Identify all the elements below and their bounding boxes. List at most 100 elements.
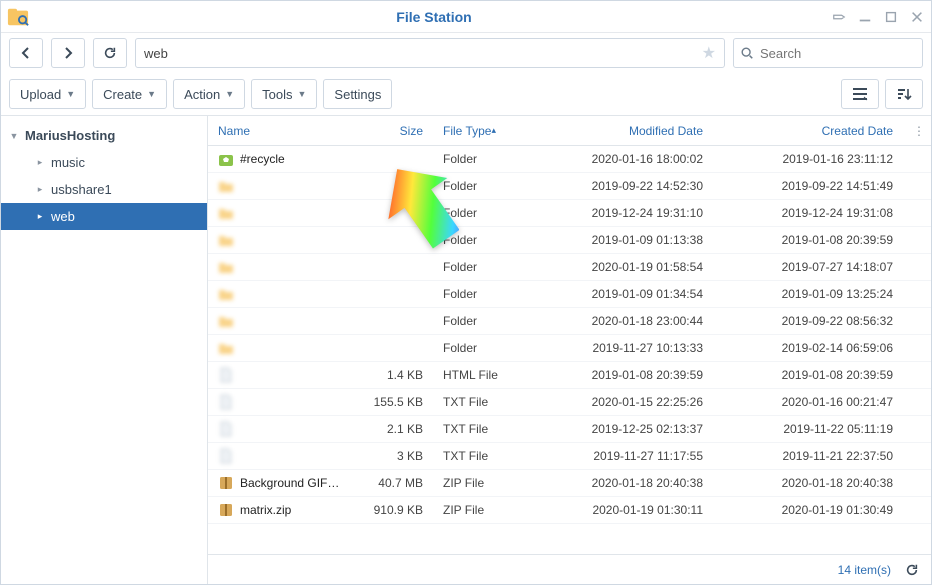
- table-row[interactable]: matrix.zip910.9 KBZIP File2020-01-19 01:…: [208, 497, 931, 524]
- tools-button[interactable]: Tools▼: [251, 79, 317, 109]
- cell-size: 3 KB: [363, 443, 433, 469]
- chevron-right-icon: ▸: [35, 211, 45, 222]
- sidebar-item-label: usbshare1: [51, 182, 112, 197]
- table-row[interactable]: Folder2019-12-24 19:31:102019-12-24 19:3…: [208, 200, 931, 227]
- table-rows[interactable]: #recycleFolder2020-01-16 18:00:022019-01…: [208, 146, 931, 554]
- cell-modified: 2019-12-25 02:13:37: [523, 416, 713, 442]
- cell-name: [208, 416, 363, 442]
- search-input[interactable]: [760, 46, 932, 61]
- sidebar-item-usbshare1[interactable]: ▸ usbshare1: [1, 176, 207, 203]
- cell-name: [208, 335, 363, 361]
- upload-button[interactable]: Upload▼: [9, 79, 86, 109]
- cell-created: 2019-11-21 22:37:50: [713, 443, 903, 469]
- cell-size: 155.5 KB: [363, 389, 433, 415]
- minimize-icon[interactable]: [857, 9, 873, 25]
- zip-icon: [218, 502, 234, 518]
- cell-modified: 2019-12-24 19:31:10: [523, 200, 713, 226]
- table-row[interactable]: 155.5 KBTXT File2020-01-15 22:25:262020-…: [208, 389, 931, 416]
- column-size[interactable]: Size: [363, 116, 433, 145]
- cell-size: [363, 146, 433, 172]
- forward-button[interactable]: [51, 38, 85, 68]
- settings-button[interactable]: Settings: [323, 79, 392, 109]
- statusbar: 14 item(s): [208, 554, 931, 584]
- cell-size: 910.9 KB: [363, 497, 433, 523]
- table-row[interactable]: Folder2020-01-19 01:58:542019-07-27 14:1…: [208, 254, 931, 281]
- status-refresh-icon[interactable]: [903, 561, 921, 579]
- cell-name: [208, 308, 363, 334]
- close-icon[interactable]: [909, 9, 925, 25]
- create-button[interactable]: Create▼: [92, 79, 167, 109]
- column-created[interactable]: Created Date: [713, 116, 903, 145]
- table-row[interactable]: Folder2020-01-18 23:00:442019-09-22 08:5…: [208, 308, 931, 335]
- cell-modified: 2020-01-18 20:40:38: [523, 470, 713, 496]
- app-icon: [7, 6, 29, 28]
- cell-type: TXT File: [433, 443, 523, 469]
- table-row[interactable]: Folder2019-01-09 01:34:542019-01-09 13:2…: [208, 281, 931, 308]
- table-row[interactable]: #recycleFolder2020-01-16 18:00:022019-01…: [208, 146, 931, 173]
- cell-modified: 2019-09-22 14:52:30: [523, 173, 713, 199]
- cell-size: [363, 308, 433, 334]
- column-name[interactable]: Name: [208, 116, 363, 145]
- sidebar-item-music[interactable]: ▸ music: [1, 149, 207, 176]
- sort-button[interactable]: [885, 79, 923, 109]
- cell-type: TXT File: [433, 416, 523, 442]
- cell-created: 2019-01-09 13:25:24: [713, 281, 903, 307]
- table-row[interactable]: Folder2019-01-09 01:13:382019-01-08 20:3…: [208, 227, 931, 254]
- tree-root-label: MariusHosting: [25, 128, 115, 143]
- cell-size: [363, 200, 433, 226]
- cell-modified: 2020-01-19 01:30:11: [523, 497, 713, 523]
- chevron-right-icon: ▸: [35, 157, 45, 168]
- refresh-button[interactable]: [93, 38, 127, 68]
- window-controls: [831, 9, 925, 25]
- cell-created: 2020-01-16 00:21:47: [713, 389, 903, 415]
- cell-created: 2020-01-19 01:30:49: [713, 497, 903, 523]
- search-box[interactable]: [733, 38, 923, 68]
- cell-modified: 2020-01-18 23:00:44: [523, 308, 713, 334]
- view-list-button[interactable]: [841, 79, 879, 109]
- chevron-down-icon: ▼: [9, 131, 19, 141]
- cell-modified: 2019-11-27 10:13:33: [523, 335, 713, 361]
- recycle-icon: [218, 151, 234, 167]
- cell-name: [208, 254, 363, 280]
- table-row[interactable]: 2.1 KBTXT File2019-12-25 02:13:372019-11…: [208, 416, 931, 443]
- cell-name: [208, 281, 363, 307]
- cell-size: [363, 173, 433, 199]
- content: Name Size File Type Modified Date Create…: [208, 116, 931, 584]
- maximize-icon[interactable]: [883, 9, 899, 25]
- cell-modified: 2020-01-15 22:25:26: [523, 389, 713, 415]
- cell-type: ZIP File: [433, 470, 523, 496]
- column-modified[interactable]: Modified Date: [523, 116, 713, 145]
- sidebar-item-label: music: [51, 155, 85, 170]
- cell-size: 40.7 MB: [363, 470, 433, 496]
- cell-created: 2019-02-14 06:59:06: [713, 335, 903, 361]
- pin-icon[interactable]: [831, 9, 847, 25]
- table-row[interactable]: 1.4 KBHTML File2019-01-08 20:39:592019-0…: [208, 362, 931, 389]
- cell-size: 2.1 KB: [363, 416, 433, 442]
- action-button[interactable]: Action▼: [173, 79, 245, 109]
- cell-type: TXT File: [433, 389, 523, 415]
- favorite-icon[interactable]: ★: [702, 43, 716, 63]
- cell-name: [208, 173, 363, 199]
- cell-created: 2020-01-18 20:40:38: [713, 470, 903, 496]
- chevron-right-icon: ▸: [35, 184, 45, 195]
- file-station-window: File Station ★ Upload▼ Create▼ Action▼ T…: [0, 0, 932, 585]
- item-count: 14 item(s): [838, 563, 891, 577]
- table-row[interactable]: 3 KBTXT File2019-11-27 11:17:552019-11-2…: [208, 443, 931, 470]
- cell-modified: 2019-01-09 01:13:38: [523, 227, 713, 253]
- path-bar[interactable]: ★: [135, 38, 725, 68]
- table-row[interactable]: Folder2019-09-22 14:52:302019-09-22 14:5…: [208, 173, 931, 200]
- cell-name: [208, 443, 363, 469]
- column-file-type[interactable]: File Type: [433, 116, 523, 145]
- cell-created: 2019-12-24 19:31:08: [713, 200, 903, 226]
- zip-icon: [218, 475, 234, 491]
- sidebar-item-web[interactable]: ▸web: [1, 203, 207, 230]
- table-row[interactable]: Folder2019-11-27 10:13:332019-02-14 06:5…: [208, 335, 931, 362]
- cell-size: [363, 254, 433, 280]
- column-menu-icon[interactable]: ⋮: [903, 116, 932, 145]
- table-row[interactable]: Background GIF…40.7 MBZIP File2020-01-18…: [208, 470, 931, 497]
- cell-name: [208, 227, 363, 253]
- window-title: File Station: [37, 9, 831, 25]
- tree-root[interactable]: ▼ MariusHosting: [1, 122, 207, 149]
- back-button[interactable]: [9, 38, 43, 68]
- path-input[interactable]: [144, 46, 702, 61]
